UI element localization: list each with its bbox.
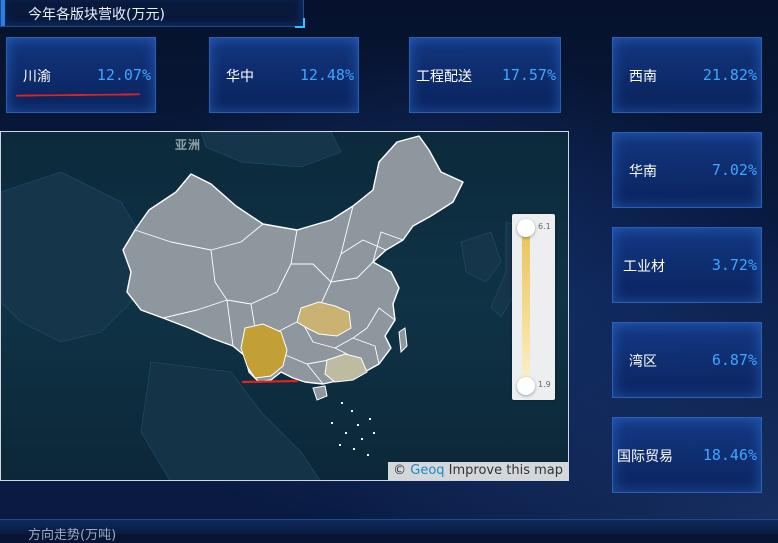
card-name: 工程配送	[416, 69, 472, 85]
card-huazhong[interactable]: 华中 12.48%	[209, 37, 359, 113]
improve-map-link[interactable]: Improve this map	[449, 463, 563, 478]
china-mainland[interactable]	[122, 135, 464, 385]
visual-map-max-handle[interactable]	[517, 219, 535, 237]
visual-map-min-label: 1.9	[538, 380, 551, 389]
card-percent: 17.57%	[501, 66, 556, 84]
card-name: 工业材	[623, 259, 665, 275]
card-percent: 12.48%	[299, 66, 354, 84]
card-name: 西南	[629, 69, 657, 85]
south-sea-islands	[331, 402, 375, 456]
region-hainan[interactable]	[312, 385, 328, 401]
visual-map-min-handle[interactable]	[517, 377, 535, 395]
card-percent: 18.46%	[702, 446, 757, 464]
card-industrial-material[interactable]: 工业材 3.72%	[612, 227, 762, 303]
copyright-symbol: ©	[393, 463, 407, 478]
neighbor-land-south	[140, 361, 321, 480]
china-map-panel[interactable]: 亚洲 © Geoq Improve this map	[0, 131, 569, 481]
card-name: 湾区	[629, 354, 657, 370]
title-accent-bar	[1, 0, 5, 26]
neighbor-land-north	[200, 132, 342, 168]
china-map[interactable]	[1, 132, 569, 481]
neighbor-land-korea	[460, 231, 502, 283]
section-title: 今年各版块营收(万元)	[28, 7, 165, 23]
annotation-underline-map	[241, 379, 299, 384]
card-name: 国际贸易	[617, 449, 673, 465]
attribution-brand-link[interactable]: Geoq	[410, 463, 444, 478]
visual-map-gradient-bar[interactable]	[522, 228, 530, 386]
card-percent: 12.07%	[96, 66, 151, 84]
visual-map-max-label: 6.1	[538, 222, 551, 231]
map-attribution: © Geoq Improve this map	[388, 462, 568, 480]
card-name: 华中	[226, 69, 254, 85]
card-huanan[interactable]: 华南 7.02%	[612, 132, 762, 208]
title-corner-mark	[295, 18, 305, 28]
region-south[interactable]	[324, 353, 368, 383]
region-taiwan[interactable]	[398, 327, 408, 354]
card-percent: 6.87%	[711, 351, 757, 369]
visual-map-legend[interactable]: 6.1 1.9	[512, 214, 555, 400]
card-engineering-delivery[interactable]: 工程配送 17.57%	[409, 37, 561, 113]
card-bay-area[interactable]: 湾区 6.87%	[612, 322, 762, 398]
bottom-section-panel	[0, 519, 778, 534]
card-name: 华南	[629, 164, 657, 180]
card-percent: 7.02%	[711, 161, 757, 179]
card-international-trade[interactable]: 国际贸易 18.46%	[612, 417, 762, 493]
bottom-section-title: 方向走势(万吨)	[28, 528, 117, 543]
card-percent: 3.72%	[711, 256, 757, 274]
card-percent: 21.82%	[702, 66, 757, 84]
card-name: 川渝	[23, 69, 51, 85]
continent-label: 亚洲	[175, 138, 202, 152]
card-xinan[interactable]: 西南 21.82%	[612, 37, 762, 113]
card-chuanyu[interactable]: 川渝 12.07%	[6, 37, 156, 113]
